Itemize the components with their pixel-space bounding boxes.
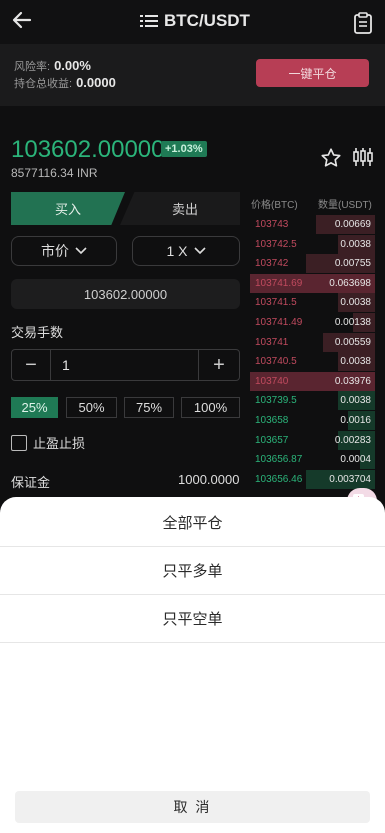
total-pnl-row: 持仓总收益: 0.0000	[14, 75, 116, 91]
orderbook-qty: 0.00559	[334, 336, 371, 348]
orderbook-qty: 0.0038	[340, 297, 371, 309]
tp-sl-toggle[interactable]: 止盈止损	[11, 433, 85, 452]
orderbook-qty: 0.03976	[334, 375, 371, 387]
quantity-input[interactable]: 1	[62, 357, 70, 373]
orderbook-qty: 0.0038	[340, 238, 371, 250]
orderbook-qty-header: 数量(USDT)	[318, 200, 372, 211]
orderbook-price: 103739.5	[255, 395, 297, 407]
orderbook-price: 103740.5	[255, 356, 297, 368]
orderbook-ask-row[interactable]: 103741.69 0.063698	[250, 273, 375, 293]
buy-tab[interactable]: 买入	[11, 192, 125, 225]
orderbook-price: 103743	[255, 219, 289, 230]
orderbook-price: 103658	[255, 415, 289, 426]
orderbook-price: 103656.87	[255, 454, 303, 466]
percent-50-button[interactable]: 50%	[66, 397, 117, 418]
order-type-select[interactable]: 市价	[11, 236, 117, 266]
tp-sl-label: 止盈止损	[33, 436, 86, 451]
close-all-button[interactable]: 一键平仓	[256, 59, 369, 87]
margin-value: 1000.0000	[178, 472, 240, 487]
quantity-label: 交易手数	[11, 325, 64, 340]
price-input[interactable]: 103602.00000	[11, 279, 240, 309]
risk-rate-value: 0.00%	[54, 58, 91, 73]
orderbook-price: 103656.46	[255, 473, 303, 485]
pair-title: BTC/USDT	[164, 11, 250, 30]
quantity-stepper: − 1 +	[11, 349, 240, 381]
chevron-down-icon	[75, 247, 87, 255]
last-price: 103602.00000	[11, 136, 165, 163]
orderbook-bid-row[interactable]: 103656.87 0.0004	[250, 450, 375, 470]
list-icon	[140, 15, 158, 27]
orderbook-qty: 0.063698	[329, 277, 371, 289]
close-all-positions-option[interactable]: 全部平仓	[0, 499, 385, 547]
total-pnl-value: 0.0000	[76, 75, 116, 90]
top-bar: BTC/USDT	[0, 0, 385, 44]
orderbook-ask-row[interactable]: 103741 0.00559	[250, 332, 375, 352]
close-short-option[interactable]: 只平空单	[0, 595, 385, 643]
orderbook-qty: 0.00283	[334, 434, 371, 446]
section-divider	[0, 106, 385, 118]
candlestick-chart-icon[interactable]	[352, 146, 374, 168]
orderbook-ask-row[interactable]: 103743 0.00669	[250, 215, 375, 234]
total-pnl-label: 持仓总收益:	[14, 78, 73, 90]
decrease-button[interactable]: −	[12, 350, 51, 380]
orderbook-price: 103741.69	[255, 277, 303, 289]
margin-label: 保证金	[11, 475, 51, 490]
orderbook-price: 103741	[255, 336, 289, 348]
sell-tab[interactable]: 卖出	[120, 192, 240, 225]
orderbook-ask-row[interactable]: 103742 0.00755	[250, 254, 375, 274]
orderbook-bid-row[interactable]: 103657 0.00283	[250, 430, 375, 450]
leverage-value: 1 X	[166, 243, 188, 259]
orderbook-price-header: 价格(BTC)	[251, 200, 298, 211]
orderbook-qty: 0.003704	[329, 473, 371, 485]
percent-25-button[interactable]: 25%	[11, 397, 58, 418]
orderbook-bid-row[interactable]: 103658 0.0016	[250, 411, 375, 430]
orderbook-qty: 0.00755	[334, 258, 371, 270]
leverage-select[interactable]: 1 X	[132, 236, 240, 266]
cancel-button[interactable]: 取 消	[15, 791, 370, 823]
risk-rate-label: 风险率:	[14, 61, 51, 73]
orderbook-qty: 0.0016	[340, 415, 371, 426]
percent-100-button[interactable]: 100%	[181, 397, 240, 418]
inr-price: 8577116.34 INR	[11, 166, 98, 180]
orderbook-price: 103741.5	[255, 297, 297, 309]
orderbook-qty: 0.00669	[334, 219, 371, 230]
chevron-down-icon	[193, 247, 206, 255]
close-long-option[interactable]: 只平多单	[0, 547, 385, 595]
orderbook-bid-row[interactable]: 103739.5 0.0038	[250, 391, 375, 411]
orderbook-ask-row[interactable]: 103742.5 0.0038	[250, 234, 375, 254]
change-badge: +1.03%	[161, 141, 207, 157]
percent-75-button[interactable]: 75%	[124, 397, 174, 418]
orderbook-ask-row[interactable]: 103741.49 0.00138	[250, 313, 375, 332]
increase-button[interactable]: +	[198, 350, 239, 380]
back-arrow-icon[interactable]	[10, 8, 34, 32]
order-type-value: 市价	[41, 243, 69, 259]
orderbook-price: 103657	[255, 434, 289, 446]
orderbook-price: 103742.5	[255, 238, 297, 250]
orderbook-qty: 0.0004	[340, 454, 371, 466]
orderbook-ask-row[interactable]: 103740 0.03976	[250, 371, 375, 391]
risk-rate-row: 风险率: 0.00%	[14, 58, 91, 74]
orderbook-qty: 0.0038	[340, 395, 371, 407]
tp-sl-checkbox[interactable]	[11, 434, 27, 451]
orderbook-bid-row[interactable]: 103656.46 0.003704	[250, 469, 375, 489]
orderbook-price: 103742	[255, 258, 289, 270]
favorite-star-icon[interactable]	[320, 147, 342, 169]
close-position-sheet: 全部平仓 只平多单 只平空单 取 消	[0, 497, 385, 833]
order-history-icon[interactable]	[353, 12, 373, 34]
orderbook-price: 103741.49	[255, 317, 303, 328]
orderbook-price: 103740	[255, 375, 289, 387]
pair-selector[interactable]: BTC/USDT	[140, 11, 250, 31]
orderbook-qty: 0.00138	[334, 317, 371, 328]
orderbook-ask-row[interactable]: 103740.5 0.0038	[250, 352, 375, 372]
orderbook-qty: 0.0038	[340, 356, 371, 368]
orderbook-ask-row[interactable]: 103741.5 0.0038	[250, 293, 375, 313]
